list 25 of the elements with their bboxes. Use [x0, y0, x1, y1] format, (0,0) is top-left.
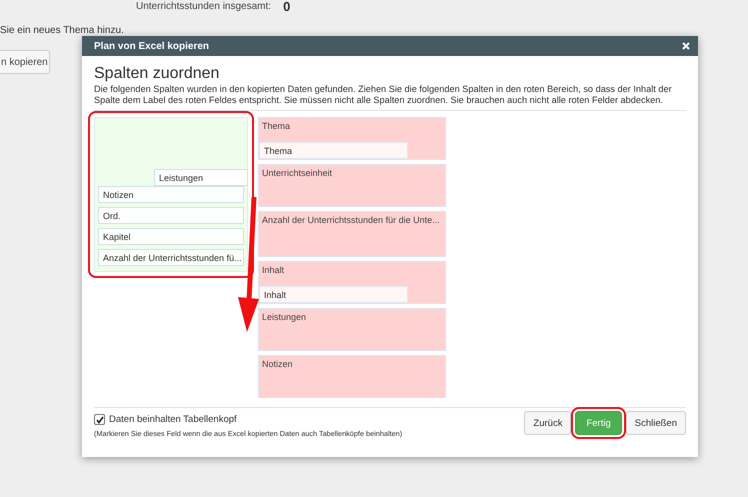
column-chip[interactable]: Anzahl der Unterrichtsstunden fü... — [98, 249, 244, 266]
dialog-button[interactable]: Schließen — [626, 411, 686, 435]
close-icon[interactable] — [682, 42, 690, 50]
hint-text: Sie ein neues Thema hinzu. — [0, 25, 124, 36]
total-label: Unterrichtsstunden insgesamt: — [136, 0, 272, 12]
total-value: 0 — [283, 0, 290, 14]
checkbox[interactable] — [94, 414, 105, 425]
target-field[interactable]: Inhalt Inhalt — [258, 261, 446, 304]
target-field[interactable]: Leistungen — [258, 308, 446, 351]
column-chip[interactable]: Inhalt — [259, 286, 408, 303]
column-chip[interactable]: Kapitel — [98, 228, 244, 245]
target-field[interactable]: Anzahl der Unterrichtsstunden für die Unte... — [258, 211, 446, 257]
dialog-title: Plan von Excel kopieren — [94, 40, 210, 52]
target-field[interactable]: Unterrichtseinheit — [258, 164, 446, 207]
checkbox-label[interactable]: Daten beinhalten Tabellenkopf — [109, 414, 237, 425]
column-chip[interactable]: Ord. — [98, 207, 244, 224]
target-field[interactable]: Thema Thema — [258, 117, 446, 160]
dialog-heading: Spalten zuordnen — [94, 65, 220, 83]
target-field[interactable]: Notizen — [258, 355, 446, 398]
column-chip[interactable]: Notizen — [98, 186, 244, 203]
column-chip[interactable]: Leistungen — [154, 169, 248, 186]
copy-button[interactable]: n kopieren — [0, 50, 50, 74]
dialog-button[interactable]: Zurück — [524, 411, 572, 435]
column-chip[interactable]: Thema — [259, 142, 408, 159]
description-text: Die folgenden Spalten wurden in den kopierten Daten gefunden. Ziehen Sie die folgenden Spalten in den roten Bereich, so dass der Inhalt der Spalte dem Label des roten Feldes entspricht. Sie müssen nicht alle Spalten zuordnen. Sie brauchen auch nicht alle roten Felder abdecken. — [94, 84, 686, 111]
